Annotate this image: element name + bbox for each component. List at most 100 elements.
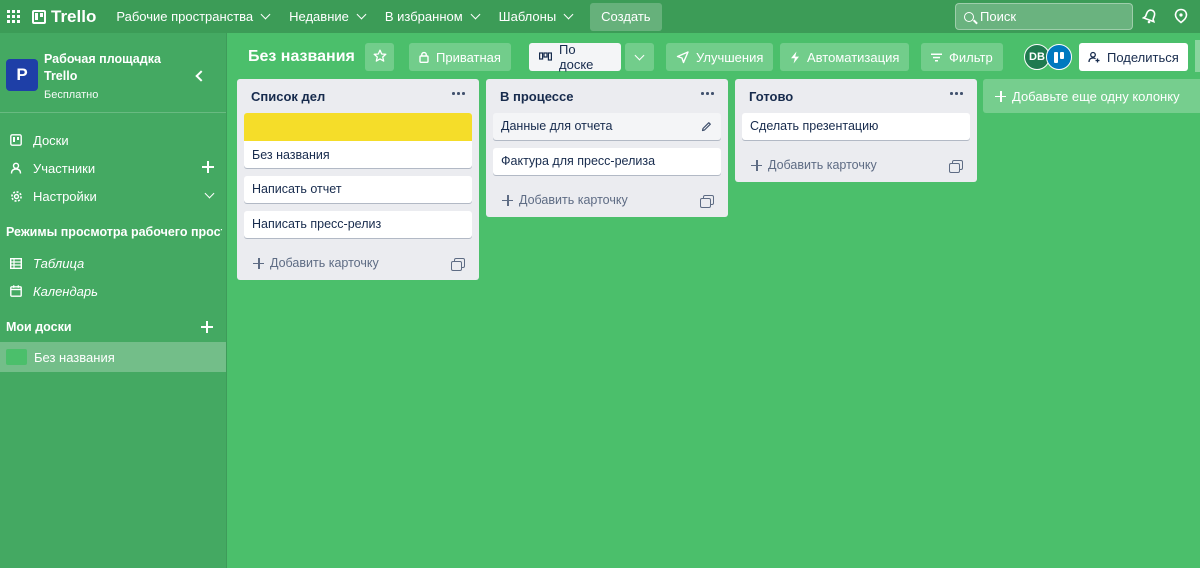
filter-icon: [931, 53, 942, 62]
chevron-down-icon: [260, 9, 271, 20]
help-icon[interactable]: [1172, 7, 1190, 25]
card[interactable]: Без названия: [244, 113, 472, 168]
chevron-down-icon[interactable]: [204, 188, 215, 199]
board-view-button[interactable]: По доске: [529, 42, 621, 72]
card[interactable]: Данные для отчета: [493, 113, 721, 140]
add-card-button[interactable]: Добавить карточку: [237, 246, 479, 280]
plus-icon: [995, 90, 1006, 102]
card[interactable]: Сделать презентацию: [742, 113, 970, 140]
create-button[interactable]: Создать: [590, 2, 662, 31]
search-input[interactable]: [980, 9, 1120, 24]
card[interactable]: Написать пресс-релиз: [244, 211, 472, 238]
menu-recent-label: Недавние: [289, 9, 349, 24]
card-template-icon[interactable]: [949, 160, 963, 173]
card-title: Данные для отчета: [501, 119, 613, 133]
filter-button[interactable]: Фильтр: [921, 43, 1003, 71]
sidebar-item-calendar-label: Календарь: [33, 283, 98, 299]
card-template-icon[interactable]: [451, 258, 465, 271]
sidebar-board-label: Без названия: [34, 349, 115, 365]
plus-icon: [502, 194, 513, 206]
app-switcher-icon[interactable]: [7, 9, 21, 24]
sidebar-item-boards-label: Доски: [33, 132, 69, 148]
menu-workspaces[interactable]: Рабочие пространства: [110, 3, 275, 31]
workspace-name[interactable]: Рабочая площадка Trello: [44, 51, 174, 85]
edit-pencil-icon[interactable]: [701, 121, 712, 132]
sidebar-board-item[interactable]: Без названия: [0, 342, 226, 372]
sidebar-item-settings-label: Настройки: [33, 188, 97, 204]
share-button[interactable]: Поделиться: [1079, 43, 1188, 71]
card-template-icon[interactable]: [700, 195, 714, 208]
sidebar-item-settings[interactable]: Настройки: [0, 182, 226, 210]
sidebar-item-table-view[interactable]: Таблица: [0, 249, 226, 277]
list-in-progress: В процессе Данные для отчета Фактура для…: [486, 79, 728, 217]
visibility-button[interactable]: Приватная: [409, 43, 511, 71]
add-list-button[interactable]: Добавьте еще одну колонку: [983, 79, 1200, 113]
search-icon: [964, 11, 974, 22]
workspace-info: Рабочая площадка Trello Бесплатно: [44, 51, 174, 104]
card[interactable]: Написать отчет: [244, 176, 472, 203]
board-color-swatch: [6, 349, 27, 365]
more-options-icon[interactable]: [950, 92, 965, 95]
trello-member-avatar[interactable]: [1046, 44, 1072, 70]
list-todo: Список дел Без названия Написать отчет Н…: [237, 79, 479, 280]
list-title[interactable]: Готово: [749, 89, 793, 104]
add-card-label: Добавить карточку: [270, 256, 379, 270]
board-title[interactable]: Без названия: [248, 48, 355, 66]
more-options-icon[interactable]: [452, 92, 467, 95]
chevron-down-icon: [356, 9, 367, 20]
menu-templates-label: Шаблоны: [498, 9, 557, 24]
menu-recent[interactable]: Недавние: [283, 3, 371, 31]
sidebar-item-members-label: Участники: [33, 160, 96, 176]
rocket-icon: [676, 50, 689, 64]
menu-toggle-edge[interactable]: [1195, 40, 1200, 72]
star-icon: [373, 49, 387, 66]
menu-templates[interactable]: Шаблоны: [493, 3, 579, 31]
add-person-icon: [1088, 51, 1100, 63]
menu-starred-label: В избранном: [384, 9, 463, 24]
workspace-plan: Бесплатно: [44, 89, 99, 101]
view-switcher-button[interactable]: [625, 43, 654, 71]
boards-icon: [9, 133, 23, 147]
trello-logo-icon: [32, 9, 46, 24]
chevron-down-icon: [563, 9, 574, 20]
lightning-icon: [790, 51, 800, 64]
sidebar-item-calendar-view[interactable]: Календарь: [0, 277, 226, 305]
member-icon: [9, 161, 23, 175]
plus-icon: [751, 159, 762, 171]
list-header: Готово: [735, 79, 977, 113]
powerups-label: Улучшения: [696, 49, 764, 65]
automation-button[interactable]: Автоматизация: [780, 43, 910, 71]
card-title: Фактура для пресс-релиза: [501, 154, 656, 168]
star-board-button[interactable]: [365, 43, 394, 71]
add-board-icon[interactable]: [201, 321, 213, 333]
automation-label: Автоматизация: [807, 49, 900, 65]
lock-icon: [419, 51, 429, 63]
top-menu: Рабочие пространства Недавние В избранно…: [110, 2, 662, 31]
collapse-sidebar-icon[interactable]: [193, 69, 207, 83]
list-header: В процессе: [486, 79, 728, 113]
search-box[interactable]: [955, 3, 1133, 30]
add-member-icon[interactable]: [202, 161, 214, 173]
sidebar-item-boards[interactable]: Доски: [0, 126, 226, 154]
board-view-label: По доске: [559, 42, 594, 72]
visibility-label: Приватная: [436, 49, 501, 65]
add-list-label: Добавьте еще одну колонку: [1012, 88, 1180, 104]
card-title: Написать пресс-релиз: [252, 217, 382, 231]
add-card-label: Добавить карточку: [519, 193, 628, 207]
calendar-icon: [9, 284, 23, 298]
menu-starred[interactable]: В избранном: [379, 3, 485, 31]
more-options-icon[interactable]: [701, 92, 716, 95]
powerups-button[interactable]: Улучшения: [666, 43, 774, 71]
list-title[interactable]: Список дел: [251, 89, 325, 104]
sidebar-item-members[interactable]: Участники: [0, 154, 226, 182]
board-view-icon: [539, 52, 552, 62]
add-card-button[interactable]: Добавить карточку: [735, 148, 977, 182]
workspace-avatar[interactable]: P: [6, 59, 38, 91]
add-card-button[interactable]: Добавить карточку: [486, 183, 728, 217]
list-title[interactable]: В процессе: [500, 89, 573, 104]
card[interactable]: Фактура для пресс-релиза: [493, 148, 721, 175]
add-card-label: Добавить карточку: [768, 158, 877, 172]
trello-logo[interactable]: Trello: [32, 7, 96, 27]
list-header: Список дел: [237, 79, 479, 113]
notifications-bell-icon[interactable]: [1141, 7, 1159, 25]
